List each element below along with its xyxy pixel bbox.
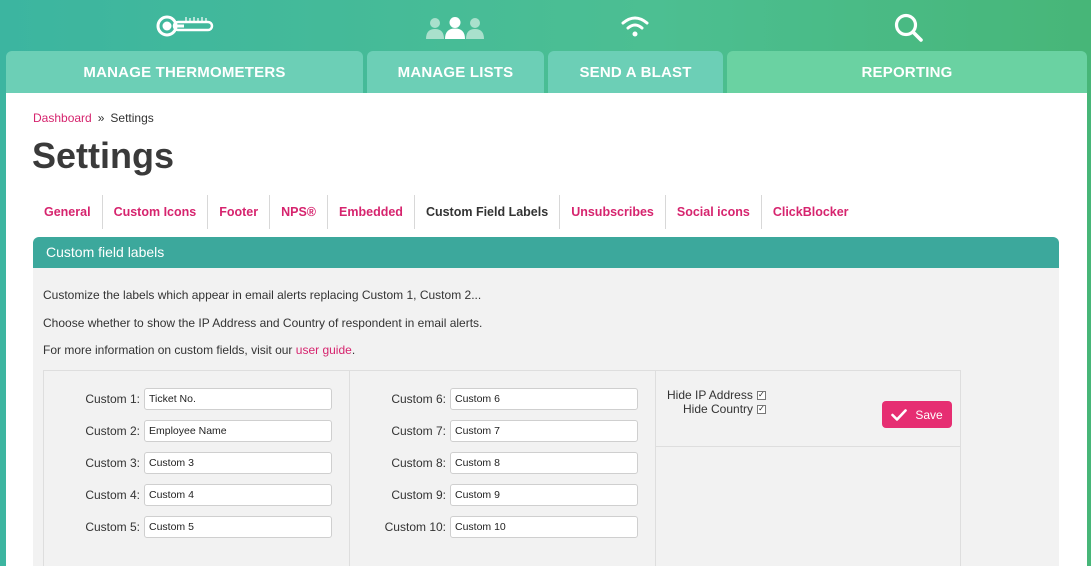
breadcrumb-current: Settings	[110, 111, 154, 125]
hide-country-checkbox[interactable]: ✓	[757, 404, 767, 414]
card-description-2: Choose whether to show the IP Address an…	[43, 316, 483, 330]
users-icon[interactable]	[426, 17, 484, 44]
hide-ip-label: Hide IP Address	[667, 388, 753, 402]
tab-reporting[interactable]: REPORTING	[727, 51, 1087, 93]
card-title: Custom field labels	[33, 237, 1059, 268]
custom-9-input[interactable]	[450, 484, 638, 506]
subtab-unsubscribes[interactable]: Unsubscribes	[560, 195, 666, 229]
custom-10-input[interactable]	[450, 516, 638, 538]
hide-country-label: Hide Country	[683, 402, 754, 416]
custom-4-input[interactable]	[144, 484, 332, 506]
card-description-3-suffix: .	[351, 343, 356, 357]
custom-6-label: Custom 6:	[350, 388, 446, 410]
alert-options-panel: Hide IP Address ✓ Hide Country ✓ Save	[655, 371, 961, 447]
breadcrumb-dashboard-link[interactable]: Dashboard	[33, 111, 92, 125]
custom-7-label: Custom 7:	[350, 420, 446, 442]
custom-3-input[interactable]	[144, 452, 332, 474]
custom-9-label: Custom 9:	[350, 484, 446, 506]
custom-2-input[interactable]	[144, 420, 332, 442]
custom-10-label: Custom 10:	[350, 516, 446, 538]
custom-8-input[interactable]	[450, 452, 638, 474]
checkmark-icon	[891, 408, 908, 421]
custom-fields-column-2: Custom 6: Custom 7: Custom 8: Custom 9: …	[350, 371, 656, 566]
subtab-nps[interactable]: NPS®	[270, 195, 329, 229]
subtab-clickblocker[interactable]: ClickBlocker	[762, 195, 860, 229]
wifi-icon[interactable]	[621, 15, 649, 42]
custom-fields-panel: Custom 1: Custom 2: Custom 3: Custom 4: …	[43, 370, 961, 566]
custom-6-label-text: Custom 6:	[391, 392, 446, 406]
custom-1-label: Custom 1:	[44, 388, 140, 410]
subtab-embedded[interactable]: Embedded	[328, 195, 415, 229]
custom-10-label-text: Custom 10:	[384, 520, 446, 534]
tab-manage-lists[interactable]: MANAGE LISTS	[367, 51, 544, 93]
custom-9-label-text: Custom 9:	[391, 488, 446, 502]
custom-8-label-text: Custom 8:	[391, 456, 446, 470]
custom-1-input[interactable]	[144, 388, 332, 410]
subtab-custom-icons[interactable]: Custom Icons	[103, 195, 209, 229]
custom-5-label-text: Custom 5:	[85, 520, 140, 534]
custom-field-labels-card: Custom field labels Customize the labels…	[33, 237, 1059, 566]
custom-7-label-text: Custom 7:	[391, 424, 446, 438]
breadcrumb: Dashboard » Settings	[33, 111, 154, 125]
custom-7-input[interactable]	[450, 420, 638, 442]
user-guide-link[interactable]: user guide	[296, 343, 352, 357]
custom-6-input[interactable]	[450, 388, 638, 410]
tab-send-a-blast[interactable]: SEND A BLAST	[548, 51, 723, 93]
custom-5-input[interactable]	[144, 516, 332, 538]
subtab-social-icons[interactable]: Social icons	[666, 195, 762, 229]
subtab-footer[interactable]: Footer	[208, 195, 271, 229]
custom-2-label: Custom 2:	[44, 420, 140, 442]
tab-manage-thermometers[interactable]: MANAGE THERMOMETERS	[6, 51, 363, 93]
custom-fields-column-1: Custom 1: Custom 2: Custom 3: Custom 4: …	[44, 371, 350, 566]
subtab-custom-field-labels[interactable]: Custom Field Labels	[415, 195, 561, 229]
custom-8-label: Custom 8:	[350, 452, 446, 474]
hide-ip-checkbox[interactable]: ✓	[756, 390, 766, 400]
custom-4-label-text: Custom 4:	[85, 488, 140, 502]
custom-3-label: Custom 3:	[44, 452, 140, 474]
page-title: Settings	[32, 135, 175, 176]
settings-subtabs: General Custom Icons Footer NPS® Embedde…	[33, 195, 860, 229]
custom-1-label-text: Custom 1:	[85, 392, 140, 406]
subtab-general[interactable]: General	[33, 195, 103, 229]
save-button[interactable]: Save	[882, 401, 952, 428]
breadcrumb-separator: »	[97, 111, 105, 125]
save-button-label: Save	[915, 407, 943, 422]
custom-3-label-text: Custom 3:	[85, 456, 140, 470]
card-description-3: For more information on custom fields, v…	[43, 343, 355, 357]
card-description-1: Customize the labels which appear in ema…	[43, 288, 482, 302]
hide-ip-option: Hide IP Address ✓	[667, 388, 766, 402]
top-icon-row	[0, 0, 1091, 50]
card-description-3-prefix: For more information on custom fields, v…	[43, 343, 296, 357]
search-icon[interactable]	[894, 13, 924, 48]
thermometer-icon[interactable]	[156, 14, 214, 43]
custom-2-label-text: Custom 2:	[85, 424, 140, 438]
custom-5-label: Custom 5:	[44, 516, 140, 538]
main-panel: Dashboard » Settings Settings General Cust…	[6, 93, 1087, 566]
hide-country-option: Hide Country ✓	[683, 402, 767, 416]
custom-4-label: Custom 4:	[44, 484, 140, 506]
